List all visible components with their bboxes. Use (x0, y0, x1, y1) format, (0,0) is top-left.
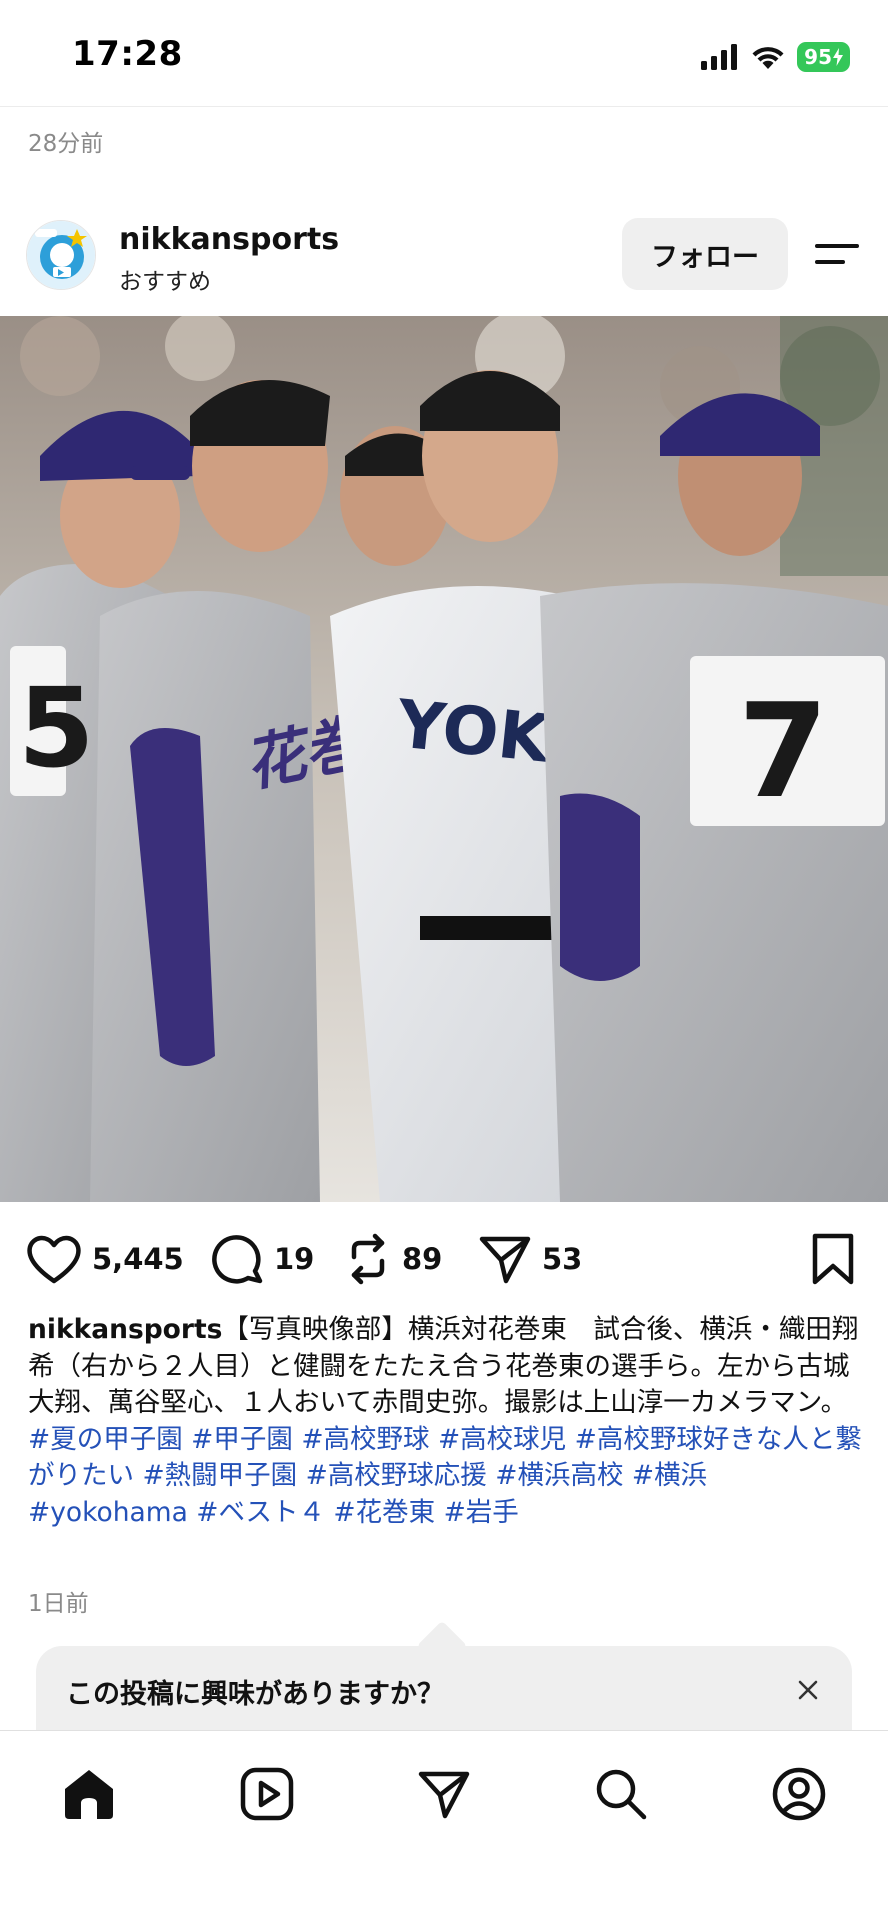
nav-reels[interactable] (232, 1759, 302, 1829)
hashtag[interactable]: #熱闘甲子園 (142, 1460, 297, 1491)
repost-icon (351, 1233, 385, 1285)
hashtag[interactable]: #高校野球応援 (306, 1460, 487, 1491)
profile-icon (772, 1767, 826, 1821)
post-timestamp: 1日前 (28, 1591, 89, 1617)
search-icon (596, 1769, 647, 1820)
post-caption: nikkansports【写真映像部】横浜対花巻東 試合後、横浜・織田翔希（右か… (28, 1312, 864, 1531)
avatar[interactable] (26, 220, 96, 290)
nav-profile[interactable] (764, 1759, 834, 1829)
battery-level: 95 (804, 45, 832, 69)
hashtag[interactable]: #yokohama (28, 1497, 188, 1528)
hashtag[interactable]: #岩手 (444, 1497, 519, 1528)
follow-button[interactable]: フォロー (622, 218, 788, 290)
hashtag[interactable]: #ベスト４ (196, 1497, 325, 1528)
top-divider (0, 106, 888, 107)
previous-post-timestamp: 28分前 (28, 131, 104, 157)
heart-icon (27, 1235, 81, 1284)
hashtag[interactable]: #高校球児 (438, 1424, 566, 1455)
hashtag[interactable]: #夏の甲子園 (28, 1424, 183, 1455)
baseball-players-photo: 5 花巻 YOKOHA 7 (0, 316, 888, 1202)
status-icons: 95 (701, 40, 850, 74)
wifi-icon (752, 47, 784, 69)
reels-icon (240, 1767, 294, 1821)
jersey-number-right: 7 (738, 675, 828, 827)
close-icon (798, 1680, 818, 1700)
comment-count: 19 (274, 1242, 315, 1276)
share-action[interactable]: 53 (478, 1226, 582, 1292)
close-button[interactable] (788, 1670, 828, 1710)
home-icon (65, 1770, 113, 1819)
interest-prompt-card: この投稿に興味がありますか？ (36, 1646, 852, 1734)
like-action[interactable]: 5,445 (26, 1226, 184, 1292)
hashtag[interactable]: #花巻東 (333, 1497, 435, 1528)
cellular-signal-icon (701, 44, 738, 70)
nikkan-logo-icon (27, 221, 95, 289)
hashtag[interactable]: #高校野球 (301, 1424, 429, 1455)
post-action-bar: 5,445 19 89 53 (0, 1226, 888, 1292)
post-username[interactable]: nikkansports (119, 222, 339, 257)
comment-action[interactable]: 19 (212, 1226, 314, 1292)
post-photo[interactable]: 5 花巻 YOKOHA 7 (0, 316, 888, 1202)
bottom-navigation (0, 1730, 888, 1920)
status-time: 17:28 (72, 34, 183, 74)
menu-icon[interactable] (812, 234, 862, 274)
repost-count: 89 (402, 1242, 443, 1276)
share-count: 53 (542, 1242, 583, 1276)
comment-icon (212, 1235, 263, 1284)
interest-prompt-text: この投稿に興味がありますか？ (66, 1679, 444, 1710)
hashtag[interactable]: #横浜 (632, 1460, 707, 1491)
nav-search[interactable] (586, 1759, 656, 1829)
caption-username[interactable]: nikkansports (28, 1314, 222, 1345)
send-icon (479, 1236, 531, 1284)
hashtag[interactable]: #横浜高校 (495, 1460, 623, 1491)
battery-indicator: 95 (797, 42, 850, 72)
jersey-number-left: 5 (18, 664, 95, 792)
hashtag[interactable]: #甲子園 (191, 1424, 293, 1455)
send-icon (418, 1771, 470, 1819)
like-count: 5,445 (92, 1242, 184, 1276)
repost-action[interactable]: 89 (344, 1226, 442, 1292)
nav-direct[interactable] (409, 1759, 479, 1829)
bookmark-icon[interactable] (810, 1232, 856, 1286)
nav-home[interactable] (54, 1759, 124, 1829)
status-bar: 17:28 95 (0, 0, 888, 106)
charging-bolt-icon (833, 48, 843, 66)
post-subtitle: おすすめ (119, 269, 211, 295)
post-header: nikkansports おすすめ フォロー (0, 212, 888, 300)
